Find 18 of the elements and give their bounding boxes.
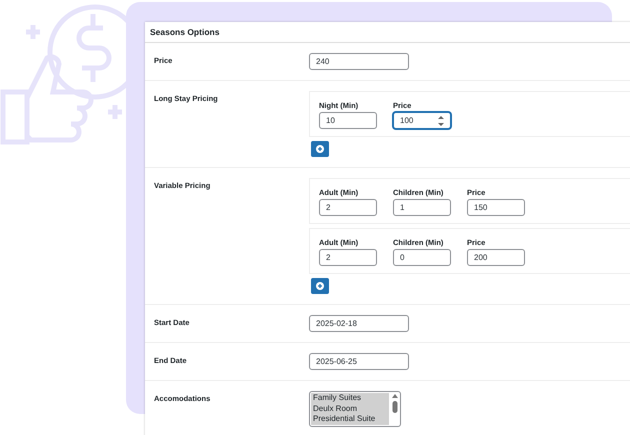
spinner-icon[interactable]	[438, 114, 444, 126]
input-field[interactable]: 2	[319, 249, 377, 266]
input-field[interactable]: 100	[393, 112, 451, 129]
section-title: Seasons Options	[150, 27, 220, 37]
input-field[interactable]: 0	[393, 249, 451, 266]
add-button[interactable]	[311, 141, 329, 157]
input-field[interactable]: 10	[319, 112, 377, 129]
input-field[interactable]: 2025-02-18	[309, 315, 409, 332]
input-field[interactable]: 240	[309, 53, 409, 70]
add-button[interactable]	[311, 278, 329, 294]
plus-circle-icon	[316, 145, 324, 153]
input-field[interactable]: 1	[393, 199, 451, 216]
input-field[interactable]: 2	[319, 199, 377, 216]
plus-circle-icon	[316, 282, 324, 290]
input-field[interactable]: 2025-06-25	[309, 353, 409, 370]
list-box[interactable]: Family Suites Deulx Room Presidential Suite	[309, 391, 401, 426]
input-field[interactable]: 150	[467, 199, 525, 216]
input-field[interactable]: 200	[467, 249, 525, 266]
